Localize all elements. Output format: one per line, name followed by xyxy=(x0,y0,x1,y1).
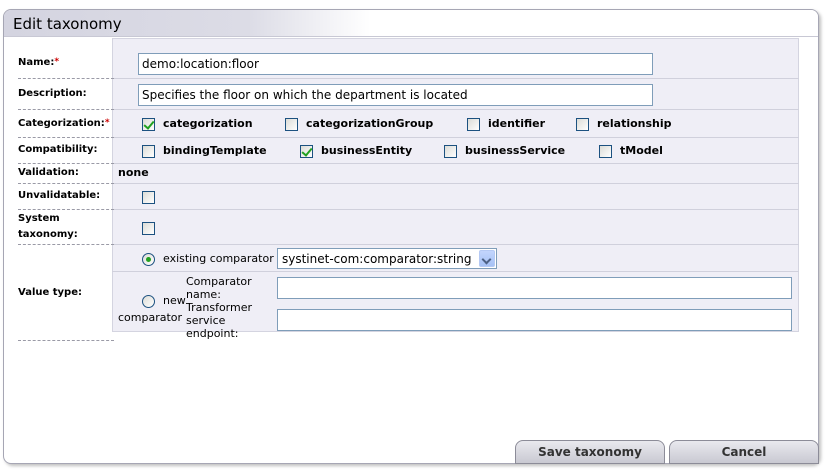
row-divider xyxy=(112,163,799,164)
name-label: Name:* xyxy=(18,57,60,68)
label-divider xyxy=(18,78,114,79)
categorization-group-option-label: categorizationGroup xyxy=(306,117,434,130)
value-type-label: Value type: xyxy=(18,287,82,298)
label-divider xyxy=(18,340,114,341)
cancel-button[interactable]: Cancel xyxy=(669,440,819,464)
unvalidatable-label: Unvalidatable: xyxy=(18,190,101,201)
new-comparator-radio[interactable] xyxy=(142,295,155,308)
panel-header: Edit taxonomy xyxy=(4,10,818,37)
business-entity-option-label: businessEntity xyxy=(321,144,413,157)
identifier-checkbox[interactable] xyxy=(467,118,480,131)
label-divider xyxy=(18,244,114,245)
save-taxonomy-button[interactable]: Save taxonomy xyxy=(515,440,665,464)
label-divider xyxy=(18,183,114,184)
unvalidatable-checkbox[interactable] xyxy=(142,191,155,204)
label-divider xyxy=(18,209,114,210)
categorization-label: Categorization:* xyxy=(18,118,110,129)
business-service-checkbox[interactable] xyxy=(444,145,457,158)
new-comparator-label-line1: new xyxy=(163,294,186,307)
row-divider xyxy=(112,271,799,272)
transformer-label-line2: service xyxy=(186,314,226,327)
binding-template-checkbox[interactable] xyxy=(142,145,155,158)
comparator-name-label-line2: name: xyxy=(186,288,221,301)
comparator-name-input[interactable] xyxy=(277,277,792,299)
name-input[interactable] xyxy=(138,53,653,75)
row-divider xyxy=(112,109,799,110)
relationship-option-label: relationship xyxy=(597,117,672,130)
compatibility-label: Compatibility: xyxy=(18,144,98,155)
transformer-endpoint-input[interactable] xyxy=(277,309,792,331)
relationship-checkbox[interactable] xyxy=(576,118,589,131)
label-divider xyxy=(18,109,114,110)
transformer-label-line1: Transformer xyxy=(186,301,253,314)
business-service-option-label: businessService xyxy=(465,144,566,157)
tmodel-checkbox[interactable] xyxy=(599,145,612,158)
comparator-name-label-line1: Comparator xyxy=(186,275,252,288)
row-divider xyxy=(112,209,799,210)
system-taxonomy-label-line2: taxonomy: xyxy=(18,229,78,240)
categorization-option-label: categorization xyxy=(163,117,253,130)
row-divider xyxy=(112,244,799,245)
categorization-checkbox[interactable] xyxy=(142,118,155,131)
description-label: Description: xyxy=(18,88,87,99)
row-divider xyxy=(112,183,799,184)
tmodel-option-label: tModel xyxy=(620,144,663,157)
chevron-down-icon[interactable] xyxy=(479,250,495,267)
identifier-option-label: identifier xyxy=(488,117,546,130)
description-input[interactable] xyxy=(138,84,653,106)
row-divider xyxy=(112,78,799,79)
new-comparator-label-line2: comparator xyxy=(118,311,183,324)
system-taxonomy-label-line1: System xyxy=(18,213,60,224)
transformer-label-line3: endpoint: xyxy=(186,327,239,340)
business-entity-checkbox[interactable] xyxy=(300,145,313,158)
existing-comparator-label: existing comparator xyxy=(163,252,274,265)
system-taxonomy-checkbox[interactable] xyxy=(142,222,155,235)
categorization-group-checkbox[interactable] xyxy=(285,118,298,131)
row-divider xyxy=(112,137,799,138)
validation-value: none xyxy=(118,166,149,179)
label-divider xyxy=(18,137,114,138)
binding-template-option-label: bindingTemplate xyxy=(163,144,267,157)
comparator-select-value: systinet-com:comparator:string xyxy=(282,252,472,266)
label-divider xyxy=(18,163,114,164)
validation-label: Validation: xyxy=(18,167,79,178)
existing-comparator-radio[interactable] xyxy=(142,253,155,266)
page-title: Edit taxonomy xyxy=(13,15,122,33)
comparator-select[interactable]: systinet-com:comparator:string xyxy=(277,248,497,269)
